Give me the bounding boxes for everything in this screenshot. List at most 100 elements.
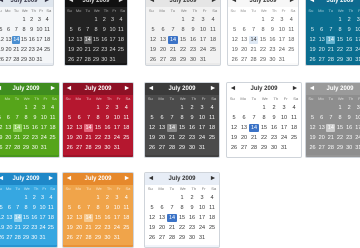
day-cell[interactable]: 20 [5, 224, 13, 232]
day-cell[interactable]: 25 [287, 46, 296, 54]
day-cell[interactable]: 18 [207, 124, 217, 132]
prev-month-icon[interactable]: ◄ [146, 83, 156, 95]
prev-month-icon[interactable]: ◄ [0, 0, 6, 7]
day-cell[interactable]: 9 [188, 26, 198, 34]
day-cell[interactable]: 29 [22, 234, 30, 242]
prev-month-icon[interactable]: ◄ [0, 83, 4, 95]
day-cell[interactable]: 22 [20, 46, 28, 54]
day-cell[interactable]: 6 [74, 204, 83, 212]
day-cell[interactable]: 4 [207, 194, 217, 202]
day-cell[interactable]: 12 [229, 124, 239, 132]
day-cell[interactable]: 6 [157, 204, 167, 212]
day-cell[interactable]: 11 [207, 204, 217, 212]
day-cell[interactable]: 14 [168, 36, 178, 44]
day-cell[interactable]: 12 [67, 36, 75, 44]
day-cell[interactable]: 26 [229, 144, 239, 152]
day-cell[interactable]: 17 [279, 124, 289, 132]
day-cell[interactable]: 4 [207, 104, 217, 112]
day-cell[interactable]: 19 [147, 224, 157, 232]
day-cell[interactable]: 11 [287, 26, 296, 34]
day-cell[interactable]: 23 [187, 224, 197, 232]
day-cell[interactable]: 3 [354, 104, 360, 112]
day-cell[interactable]: 3 [36, 16, 44, 24]
day-cell[interactable]: 9 [103, 114, 112, 122]
day-cell[interactable]: 22 [258, 46, 267, 54]
day-cell[interactable]: 17 [354, 36, 360, 44]
day-cell[interactable]: 26 [65, 144, 74, 152]
day-cell[interactable]: 19 [229, 134, 239, 142]
day-cell[interactable]: 18 [47, 214, 55, 222]
day-cell[interactable]: 10 [198, 26, 208, 34]
day-cell[interactable]: 11 [48, 114, 57, 122]
day-cell[interactable]: 10 [197, 114, 207, 122]
day-cell[interactable]: 11 [47, 204, 55, 212]
day-cell[interactable]: 17 [197, 124, 207, 132]
day-cell[interactable]: 1 [92, 16, 100, 24]
day-cell[interactable]: 23 [187, 134, 197, 142]
day-cell[interactable]: 21 [249, 46, 258, 54]
day-cell[interactable]: 31 [354, 144, 360, 152]
next-month-icon[interactable]: ► [116, 0, 126, 7]
day-cell[interactable]: 17 [36, 36, 44, 44]
day-cell[interactable]: 24 [38, 224, 46, 232]
day-cell[interactable]: 6 [5, 204, 13, 212]
day-cell[interactable]: 5 [308, 114, 317, 122]
day-cell[interactable]: 14 [84, 124, 93, 132]
day-cell[interactable]: 15 [20, 36, 28, 44]
day-cell[interactable]: 6 [158, 26, 168, 34]
prev-month-icon[interactable]: ◄ [64, 83, 74, 95]
day-cell[interactable]: 23 [268, 46, 277, 54]
day-cell[interactable]: 24 [197, 224, 207, 232]
day-cell[interactable]: 26 [308, 144, 317, 152]
day-cell[interactable]: 10 [39, 114, 48, 122]
day-cell[interactable]: 29 [93, 144, 102, 152]
day-cell[interactable]: 3 [112, 194, 121, 202]
day-cell[interactable]: 12 [148, 36, 158, 44]
day-cell[interactable]: 22 [92, 46, 100, 54]
day-cell[interactable]: 5 [65, 204, 74, 212]
next-month-icon[interactable]: ► [287, 0, 297, 7]
day-cell[interactable]: 8 [335, 26, 344, 34]
day-cell[interactable]: 2 [188, 16, 198, 24]
day-cell[interactable]: 13 [239, 36, 248, 44]
day-cell[interactable]: 31 [112, 144, 121, 152]
day-cell[interactable]: 11 [122, 114, 131, 122]
day-cell[interactable]: 20 [317, 46, 326, 54]
day-cell[interactable]: 16 [187, 124, 197, 132]
day-cell[interactable]: 4 [122, 104, 131, 112]
day-cell[interactable]: 15 [22, 214, 30, 222]
day-cell[interactable]: 30 [269, 144, 279, 152]
day-cell[interactable]: 18 [117, 36, 125, 44]
prev-month-icon[interactable]: ◄ [66, 0, 76, 7]
day-cell[interactable]: 21 [84, 224, 93, 232]
day-cell[interactable]: 1 [20, 16, 28, 24]
day-cell[interactable]: 8 [259, 114, 269, 122]
day-cell[interactable]: 20 [74, 134, 83, 142]
day-cell[interactable]: 4 [43, 16, 51, 24]
day-cell[interactable]: 7 [84, 114, 93, 122]
day-cell[interactable]: 16 [188, 36, 198, 44]
day-cell[interactable]: 21 [84, 46, 92, 54]
day-cell[interactable]: 1 [93, 104, 102, 112]
prev-month-icon[interactable]: ◄ [307, 0, 317, 7]
day-cell[interactable]: 1 [335, 104, 344, 112]
next-month-icon[interactable]: ► [42, 0, 52, 7]
day-cell[interactable]: 6 [4, 114, 13, 122]
prev-month-icon[interactable]: ◄ [147, 0, 157, 7]
day-cell[interactable]: 27 [157, 144, 167, 152]
day-cell[interactable]: 29 [177, 144, 187, 152]
day-cell[interactable]: 23 [345, 134, 354, 142]
day-cell[interactable]: 31 [197, 234, 207, 242]
day-cell[interactable]: 17 [112, 214, 121, 222]
day-cell[interactable]: 21 [326, 46, 335, 54]
day-cell[interactable]: 22 [335, 46, 344, 54]
prev-month-icon[interactable]: ◄ [64, 173, 74, 185]
day-cell[interactable]: 12 [308, 36, 317, 44]
day-cell[interactable]: 22 [178, 46, 188, 54]
day-cell[interactable]: 28 [167, 144, 177, 152]
day-cell[interactable]: 26 [147, 144, 157, 152]
day-cell[interactable]: 21 [14, 224, 22, 232]
day-cell[interactable]: 2 [268, 16, 277, 24]
day-cell[interactable]: 20 [157, 224, 167, 232]
day-cell[interactable]: 15 [335, 124, 344, 132]
